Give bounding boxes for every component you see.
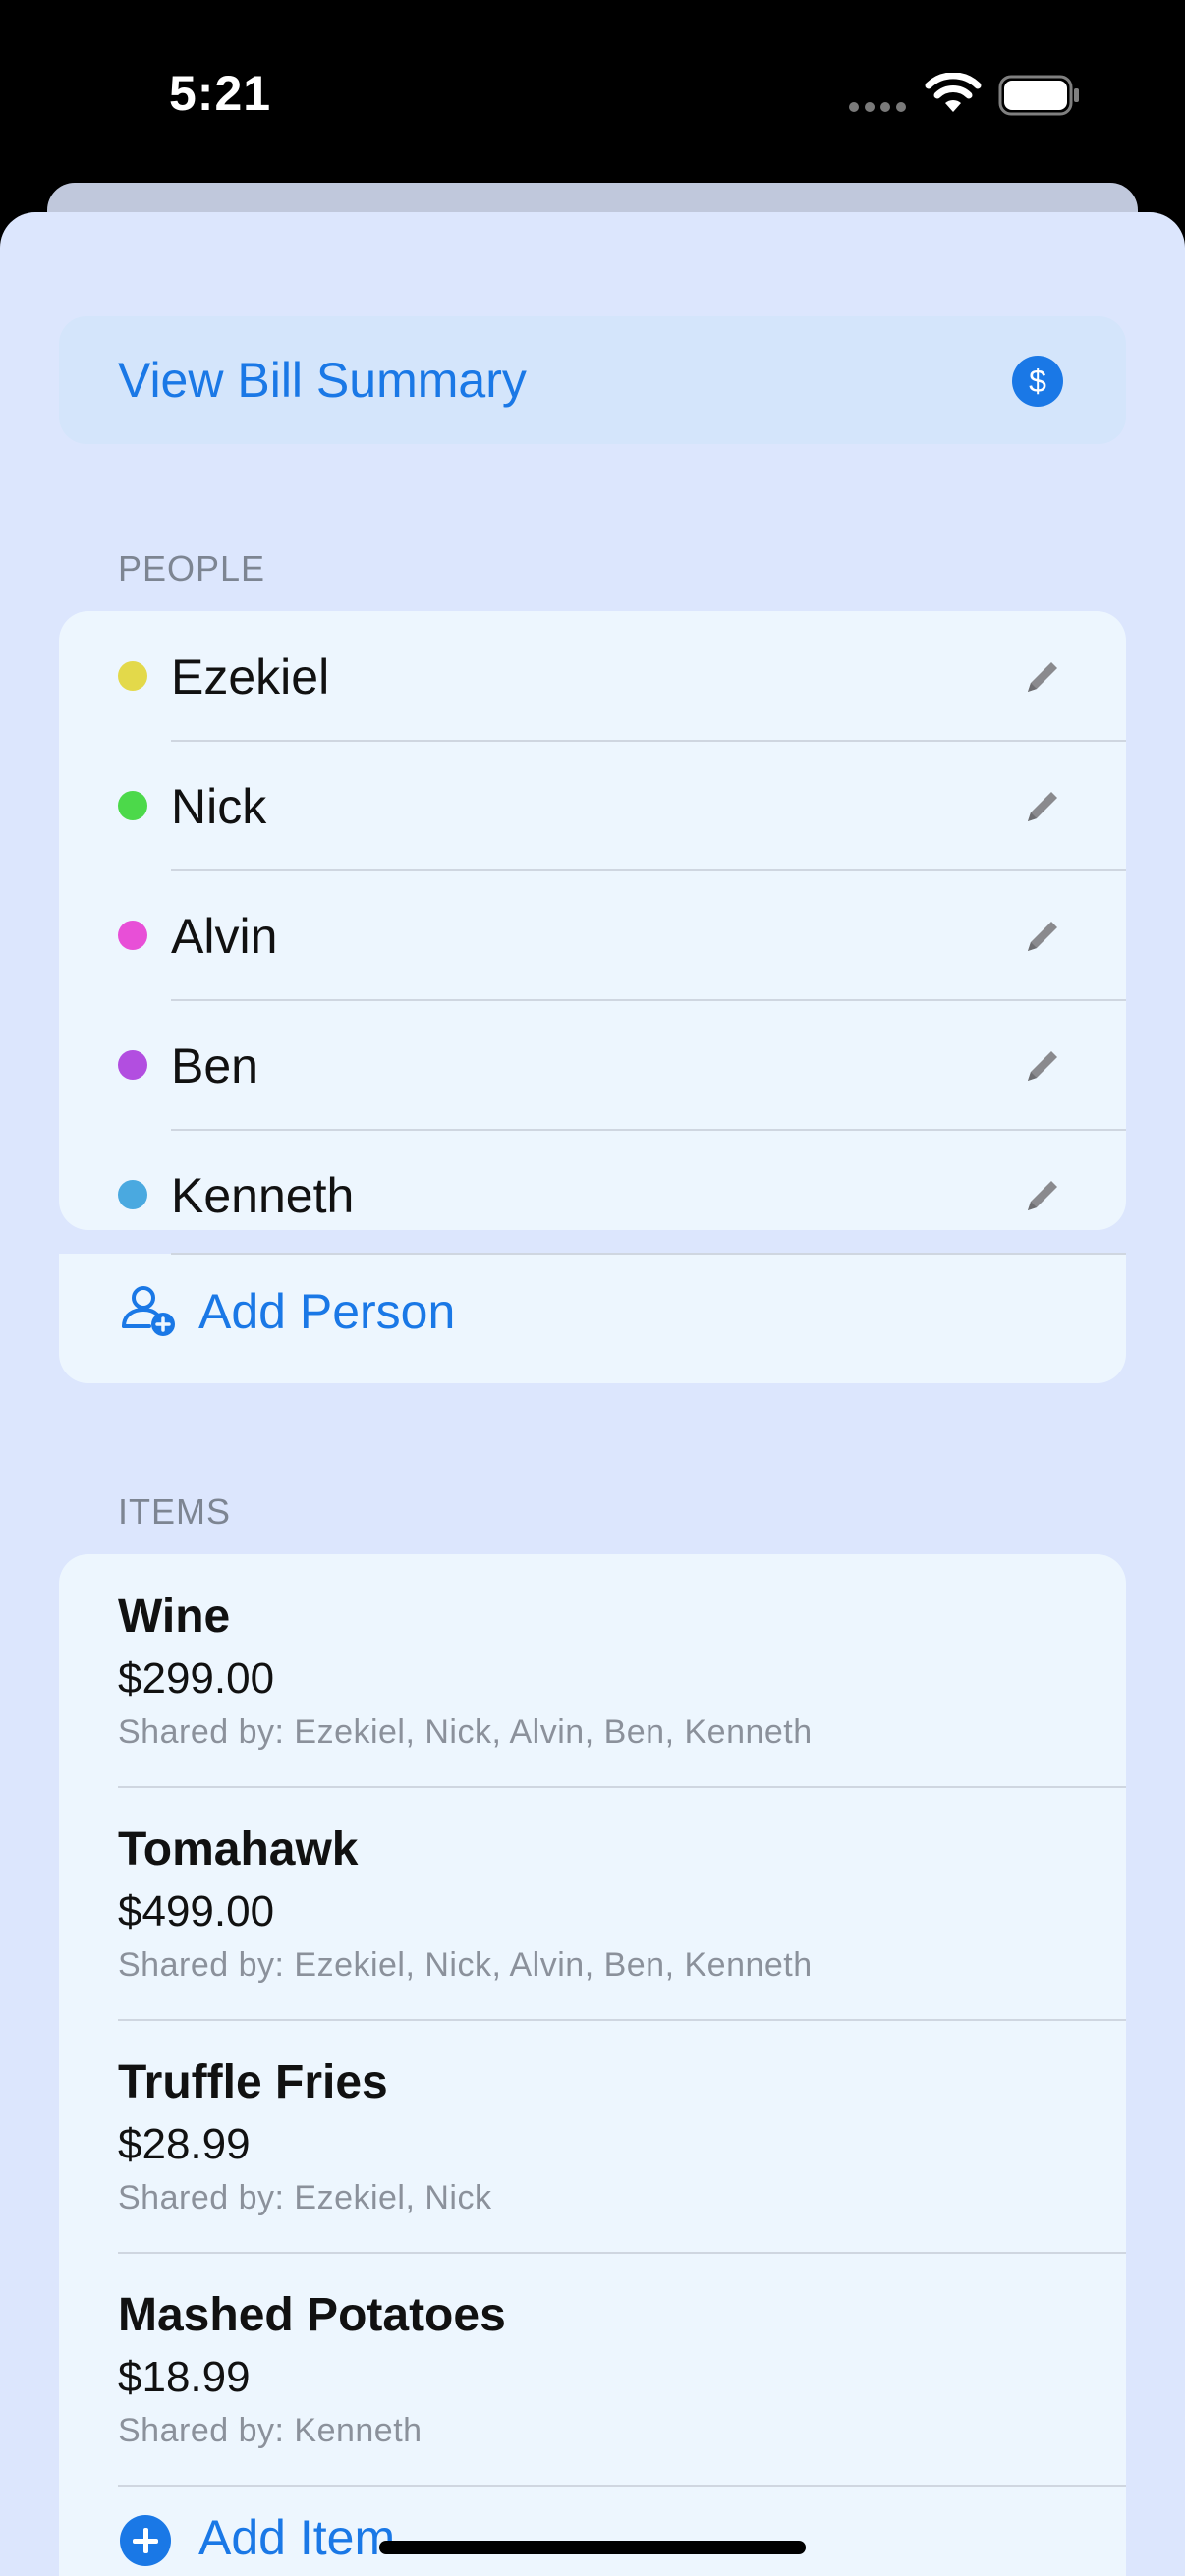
add-item-label: Add Item xyxy=(198,2510,396,2565)
item-row[interactable]: Truffle Fries $28.99 Shared by: Ezekiel,… xyxy=(59,2020,1126,2252)
item-name: Wine xyxy=(118,1591,231,1643)
item-price: $28.99 xyxy=(118,2120,251,2168)
item-price: $18.99 xyxy=(118,2353,251,2401)
add-circle-icon xyxy=(120,2515,171,2566)
item-name: Truffle Fries xyxy=(118,2056,388,2108)
item-row[interactable]: Tomahawk $499.00 Shared by: Ezekiel, Nic… xyxy=(59,1787,1126,2019)
cellular-signal-icon xyxy=(849,102,908,116)
item-row[interactable]: Mashed Potatoes $18.99 Shared by: Kennet… xyxy=(59,2253,1126,2485)
battery-icon xyxy=(998,75,1079,116)
home-indicator xyxy=(379,2541,806,2554)
item-shared-by: Shared by: Ezekiel, Nick, Alvin, Ben, Ke… xyxy=(118,1946,813,1984)
status-bar: 5:21 xyxy=(0,0,1185,187)
items-list: Wine $299.00 Shared by: Ezekiel, Nick, A… xyxy=(59,1554,1126,2576)
wifi-icon xyxy=(925,73,982,112)
item-price: $499.00 xyxy=(118,1887,275,1935)
add-person-icon xyxy=(122,1286,175,1336)
add-person-label: Add Person xyxy=(198,1284,456,1339)
status-time: 5:21 xyxy=(169,66,272,121)
add-person-button[interactable]: Add Person xyxy=(59,1253,1126,1383)
item-price: $299.00 xyxy=(118,1654,275,1703)
items-section-header: ITEMS xyxy=(118,1491,232,1532)
item-name: Mashed Potatoes xyxy=(118,2289,506,2341)
item-name: Tomahawk xyxy=(118,1823,359,1876)
item-row[interactable]: Wine $299.00 Shared by: Ezekiel, Nick, A… xyxy=(59,1554,1126,1786)
add-item-button[interactable]: Add Item xyxy=(59,2486,1126,2576)
item-shared-by: Shared by: Kenneth xyxy=(118,2412,423,2449)
item-shared-by: Shared by: Ezekiel, Nick, Alvin, Ben, Ke… xyxy=(118,1713,813,1751)
row-divider xyxy=(171,1253,1126,1255)
item-shared-by: Shared by: Ezekiel, Nick xyxy=(118,2179,492,2216)
